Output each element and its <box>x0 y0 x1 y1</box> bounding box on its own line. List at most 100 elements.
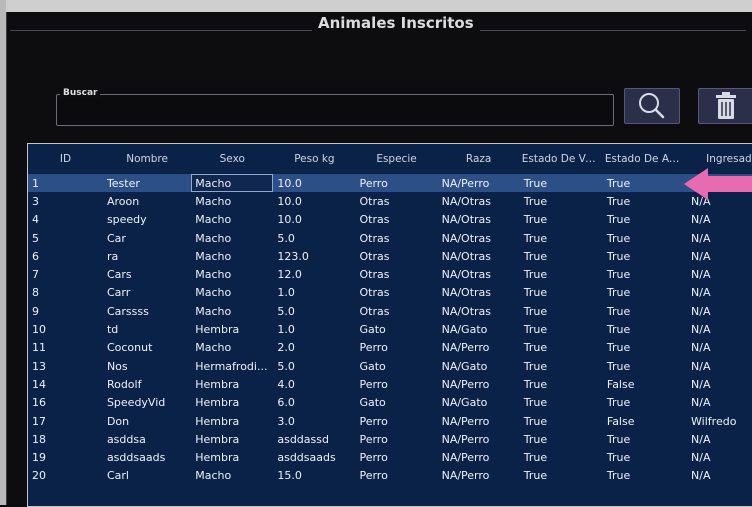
cell-nombre[interactable]: Rodolf <box>103 375 191 393</box>
cell-estado-adopcion[interactable]: True <box>603 339 687 357</box>
table-row[interactable]: 10 td Hembra 1.0 Gato NA/Gato True True N/A <box>28 320 752 338</box>
cell-estado-vacuna[interactable]: True <box>520 192 603 210</box>
cell-nombre[interactable]: Don <box>103 412 191 430</box>
cell-sexo[interactable]: Macho <box>191 467 273 485</box>
cell-ingresado-por[interactable]: N/A <box>687 448 752 466</box>
cell-raza[interactable]: NA/Otras <box>438 265 520 283</box>
cell-estado-adopcion[interactable]: True <box>603 247 687 265</box>
cell-estado-adopcion[interactable]: True <box>603 320 687 338</box>
cell-raza[interactable]: NA/Gato <box>438 357 520 375</box>
cell-estado-adopcion[interactable]: True <box>603 192 687 210</box>
cell-id[interactable]: 8 <box>28 284 103 302</box>
cell-sexo[interactable]: Hembra <box>191 394 273 412</box>
cell-nombre[interactable]: Coconut <box>103 339 191 357</box>
cell-estado-vacuna[interactable]: True <box>520 265 603 283</box>
cell-id[interactable]: 3 <box>28 192 103 210</box>
cell-id[interactable]: 4 <box>28 211 103 229</box>
cell-sexo[interactable]: Macho <box>191 247 273 265</box>
cell-peso[interactable]: 3.0 <box>273 412 355 430</box>
cell-raza[interactable]: NA/Perro <box>438 430 520 448</box>
cell-peso[interactable]: 2.0 <box>273 339 355 357</box>
cell-peso[interactable]: 15.0 <box>273 467 355 485</box>
cell-estado-vacuna[interactable]: True <box>520 467 603 485</box>
header-column-estado-vacuna[interactable]: Estado De Vac... <box>520 144 603 174</box>
cell-nombre[interactable]: speedy <box>103 211 191 229</box>
cell-estado-adopcion[interactable]: True <box>602 174 688 193</box>
cell-sexo[interactable]: Hembra <box>191 448 273 466</box>
cell-raza[interactable]: NA/Otras <box>438 247 520 265</box>
cell-sexo[interactable]: Macho <box>191 229 273 247</box>
cell-peso[interactable]: 5.0 <box>273 357 355 375</box>
delete-button[interactable] <box>698 88 752 124</box>
cell-estado-adopcion[interactable]: True <box>603 357 687 375</box>
cell-ingresado-por[interactable]: N/A <box>687 357 752 375</box>
table-row[interactable]: 13 Nos Hermafrodi... 5.0 Gato NA/Gato True True… <box>28 357 752 375</box>
cell-estado-adopcion[interactable]: True <box>603 265 687 283</box>
cell-id[interactable]: 9 <box>28 302 103 320</box>
cell-raza[interactable]: NA/Perro <box>438 448 520 466</box>
cell-raza[interactable]: NA/Otras <box>438 211 520 229</box>
cell-nombre[interactable]: Tester <box>102 174 192 193</box>
cell-estado-vacuna[interactable]: True <box>519 174 603 193</box>
cell-id[interactable]: 5 <box>28 229 103 247</box>
cell-sexo[interactable]: Macho <box>191 302 273 320</box>
cell-raza[interactable]: NA/Otras <box>438 192 520 210</box>
cell-peso[interactable]: asddassd <box>273 430 355 448</box>
cell-estado-vacuna[interactable]: True <box>520 394 603 412</box>
cell-id[interactable]: 20 <box>28 467 103 485</box>
table-row[interactable]: 6 ra Macho 123.0 Otras NA/Otras True True N/A <box>28 247 752 265</box>
header-column-peso[interactable]: Peso kg <box>273 144 355 174</box>
cell-peso[interactable]: asddsaads <box>273 448 355 466</box>
cell-id[interactable]: 13 <box>28 357 103 375</box>
cell-especie[interactable]: Otras <box>355 229 437 247</box>
cell-estado-adopcion[interactable]: True <box>603 448 687 466</box>
cell-id[interactable]: 10 <box>28 320 103 338</box>
cell-ingresado-por[interactable]: N/A <box>687 467 752 485</box>
table-row[interactable]: 20 Carl Macho 15.0 Perro NA/Perro True True N/A <box>28 467 752 485</box>
cell-ingresado-por[interactable]: N/A <box>687 339 752 357</box>
cell-nombre[interactable]: Car <box>103 229 191 247</box>
cell-especie[interactable]: Perro <box>355 448 437 466</box>
cell-estado-adopcion[interactable]: True <box>603 211 687 229</box>
table-row[interactable]: 19 asddsaads Hembra asddsaads Perro NA/Perro T… <box>28 448 752 466</box>
cell-estado-vacuna[interactable]: True <box>520 284 603 302</box>
header-column-id[interactable]: ID <box>28 144 103 174</box>
cell-nombre[interactable]: SpeedyVid <box>103 394 191 412</box>
table-row[interactable]: 4 speedy Macho 10.0 Otras NA/Otras True True N/A <box>28 211 752 229</box>
cell-id[interactable]: 18 <box>28 430 103 448</box>
animals-table[interactable]: ID Nombre Sexo Peso kg Especie Raza Estado De … <box>27 143 752 507</box>
cell-peso[interactable]: 10.0 <box>273 174 356 193</box>
cell-sexo[interactable]: Macho <box>191 192 273 210</box>
cell-estado-adopcion[interactable]: False <box>603 375 687 393</box>
cell-especie[interactable]: Gato <box>355 357 437 375</box>
table-row[interactable]: 11 Coconut Macho 2.0 Perro NA/Perro True True N/… <box>28 339 752 357</box>
cell-estado-vacuna[interactable]: True <box>520 339 603 357</box>
cell-estado-vacuna[interactable]: True <box>520 302 603 320</box>
cell-peso[interactable]: 5.0 <box>273 229 355 247</box>
cell-peso[interactable]: 123.0 <box>273 247 355 265</box>
cell-peso[interactable]: 6.0 <box>273 394 355 412</box>
cell-especie[interactable]: Otras <box>355 211 437 229</box>
header-column-estado-adopcion[interactable]: Estado De Ado... <box>603 144 687 174</box>
cell-estado-vacuna[interactable]: True <box>520 211 603 229</box>
cell-nombre[interactable]: Nos <box>103 357 191 375</box>
cell-peso[interactable]: 1.0 <box>273 320 355 338</box>
table-row[interactable]: 16 SpeedyVid Hembra 6.0 Gato NA/Gato True True N… <box>28 394 752 412</box>
cell-especie[interactable]: Perro <box>355 174 438 193</box>
header-column-nombre[interactable]: Nombre <box>103 144 191 174</box>
cell-estado-adopcion[interactable]: True <box>603 430 687 448</box>
cell-id[interactable]: 16 <box>28 394 103 412</box>
cell-sexo[interactable]: Macho <box>191 265 273 283</box>
cell-sexo[interactable]: Hembra <box>191 412 273 430</box>
cell-ingresado-por[interactable]: N/A <box>687 247 752 265</box>
cell-peso[interactable]: 4.0 <box>273 375 355 393</box>
table-row[interactable]: 7 Cars Macho 12.0 Otras NA/Otras True True N/A <box>28 265 752 283</box>
cell-nombre[interactable]: Carssss <box>103 302 191 320</box>
cell-estado-vacuna[interactable]: True <box>520 247 603 265</box>
cell-estado-adopcion[interactable]: True <box>603 284 687 302</box>
cell-ingresado-por[interactable]: N/A <box>687 394 752 412</box>
cell-peso[interactable]: 1.0 <box>273 284 355 302</box>
table-row[interactable]: 17 Don Hembra 3.0 Perro NA/Perro True False Wilf… <box>28 412 752 430</box>
cell-raza[interactable]: NA/Perro <box>438 412 520 430</box>
table-row[interactable]: 9 Carssss Macho 5.0 Otras NA/Otras True True N/A <box>28 302 752 320</box>
